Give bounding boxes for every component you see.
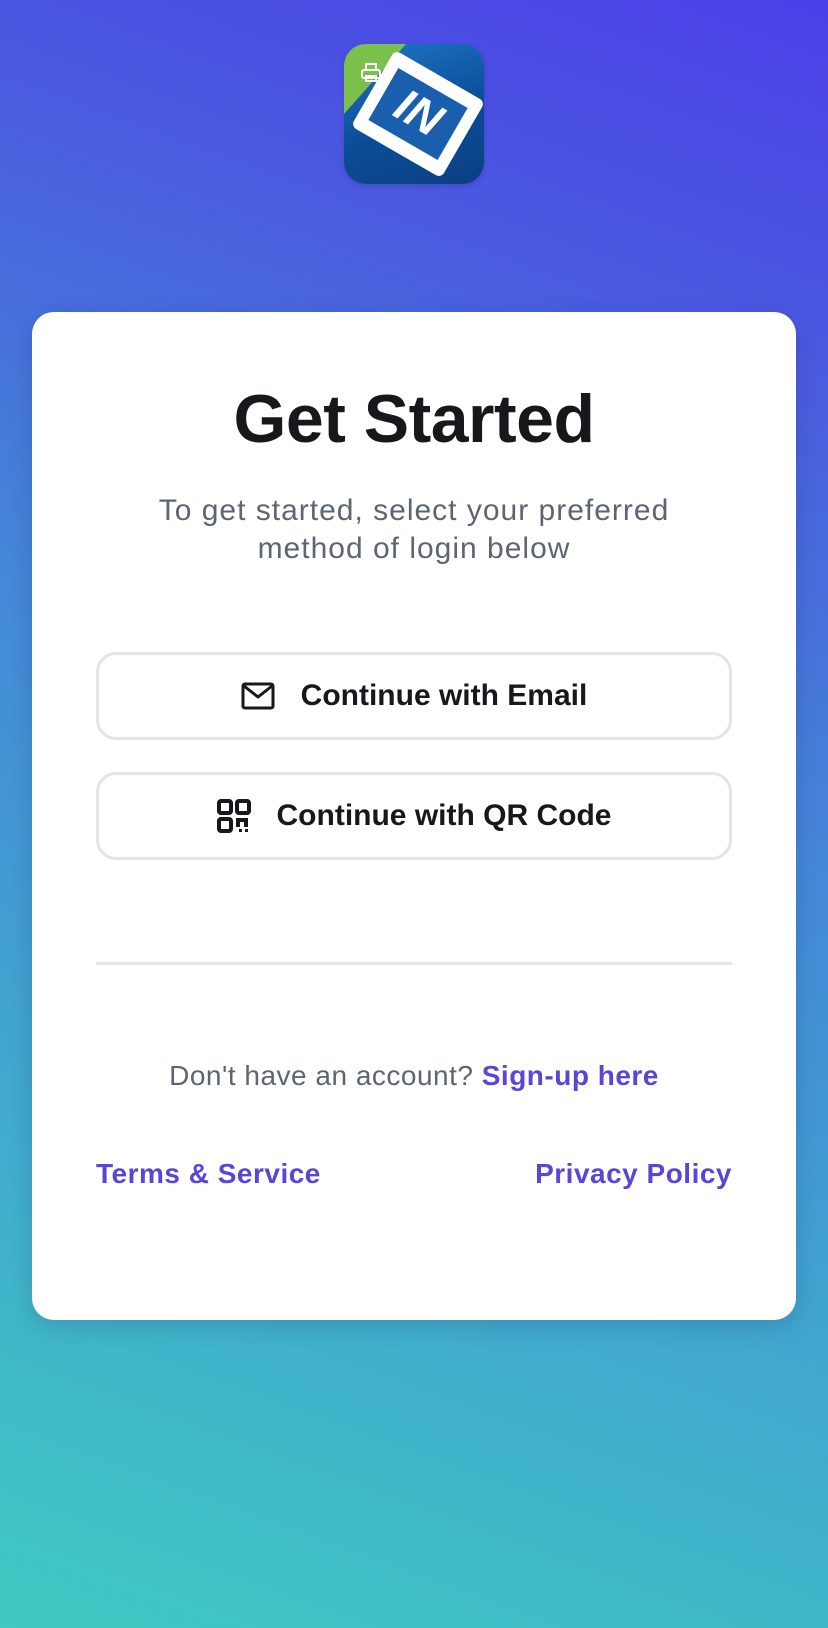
continue-with-email-label: Continue with Email <box>300 679 588 712</box>
terms-link[interactable]: Terms & Service <box>96 1158 321 1190</box>
signup-prompt: Don't have an account? Sign-up here <box>32 1060 796 1092</box>
page-title: Get Started <box>233 381 595 457</box>
privacy-policy-link[interactable]: Privacy Policy <box>535 1158 732 1190</box>
divider <box>96 962 732 965</box>
page-subtitle: To get started, select your preferred me… <box>158 494 670 565</box>
app-logo-icon: IN <box>344 44 484 184</box>
signup-link[interactable]: Sign-up here <box>482 1060 659 1091</box>
signup-prompt-text: Don't have an account? <box>169 1060 474 1091</box>
continue-with-qr-code-label: Continue with QR Code <box>276 799 612 832</box>
continue-with-qr-code-button[interactable]: Continue with QR Code <box>96 772 732 860</box>
continue-with-email-button[interactable]: Continue with Email <box>96 652 732 740</box>
qr-code-icon <box>216 799 251 833</box>
mail-icon <box>241 682 275 710</box>
login-card: Get Started To get started, select your … <box>32 312 796 1320</box>
